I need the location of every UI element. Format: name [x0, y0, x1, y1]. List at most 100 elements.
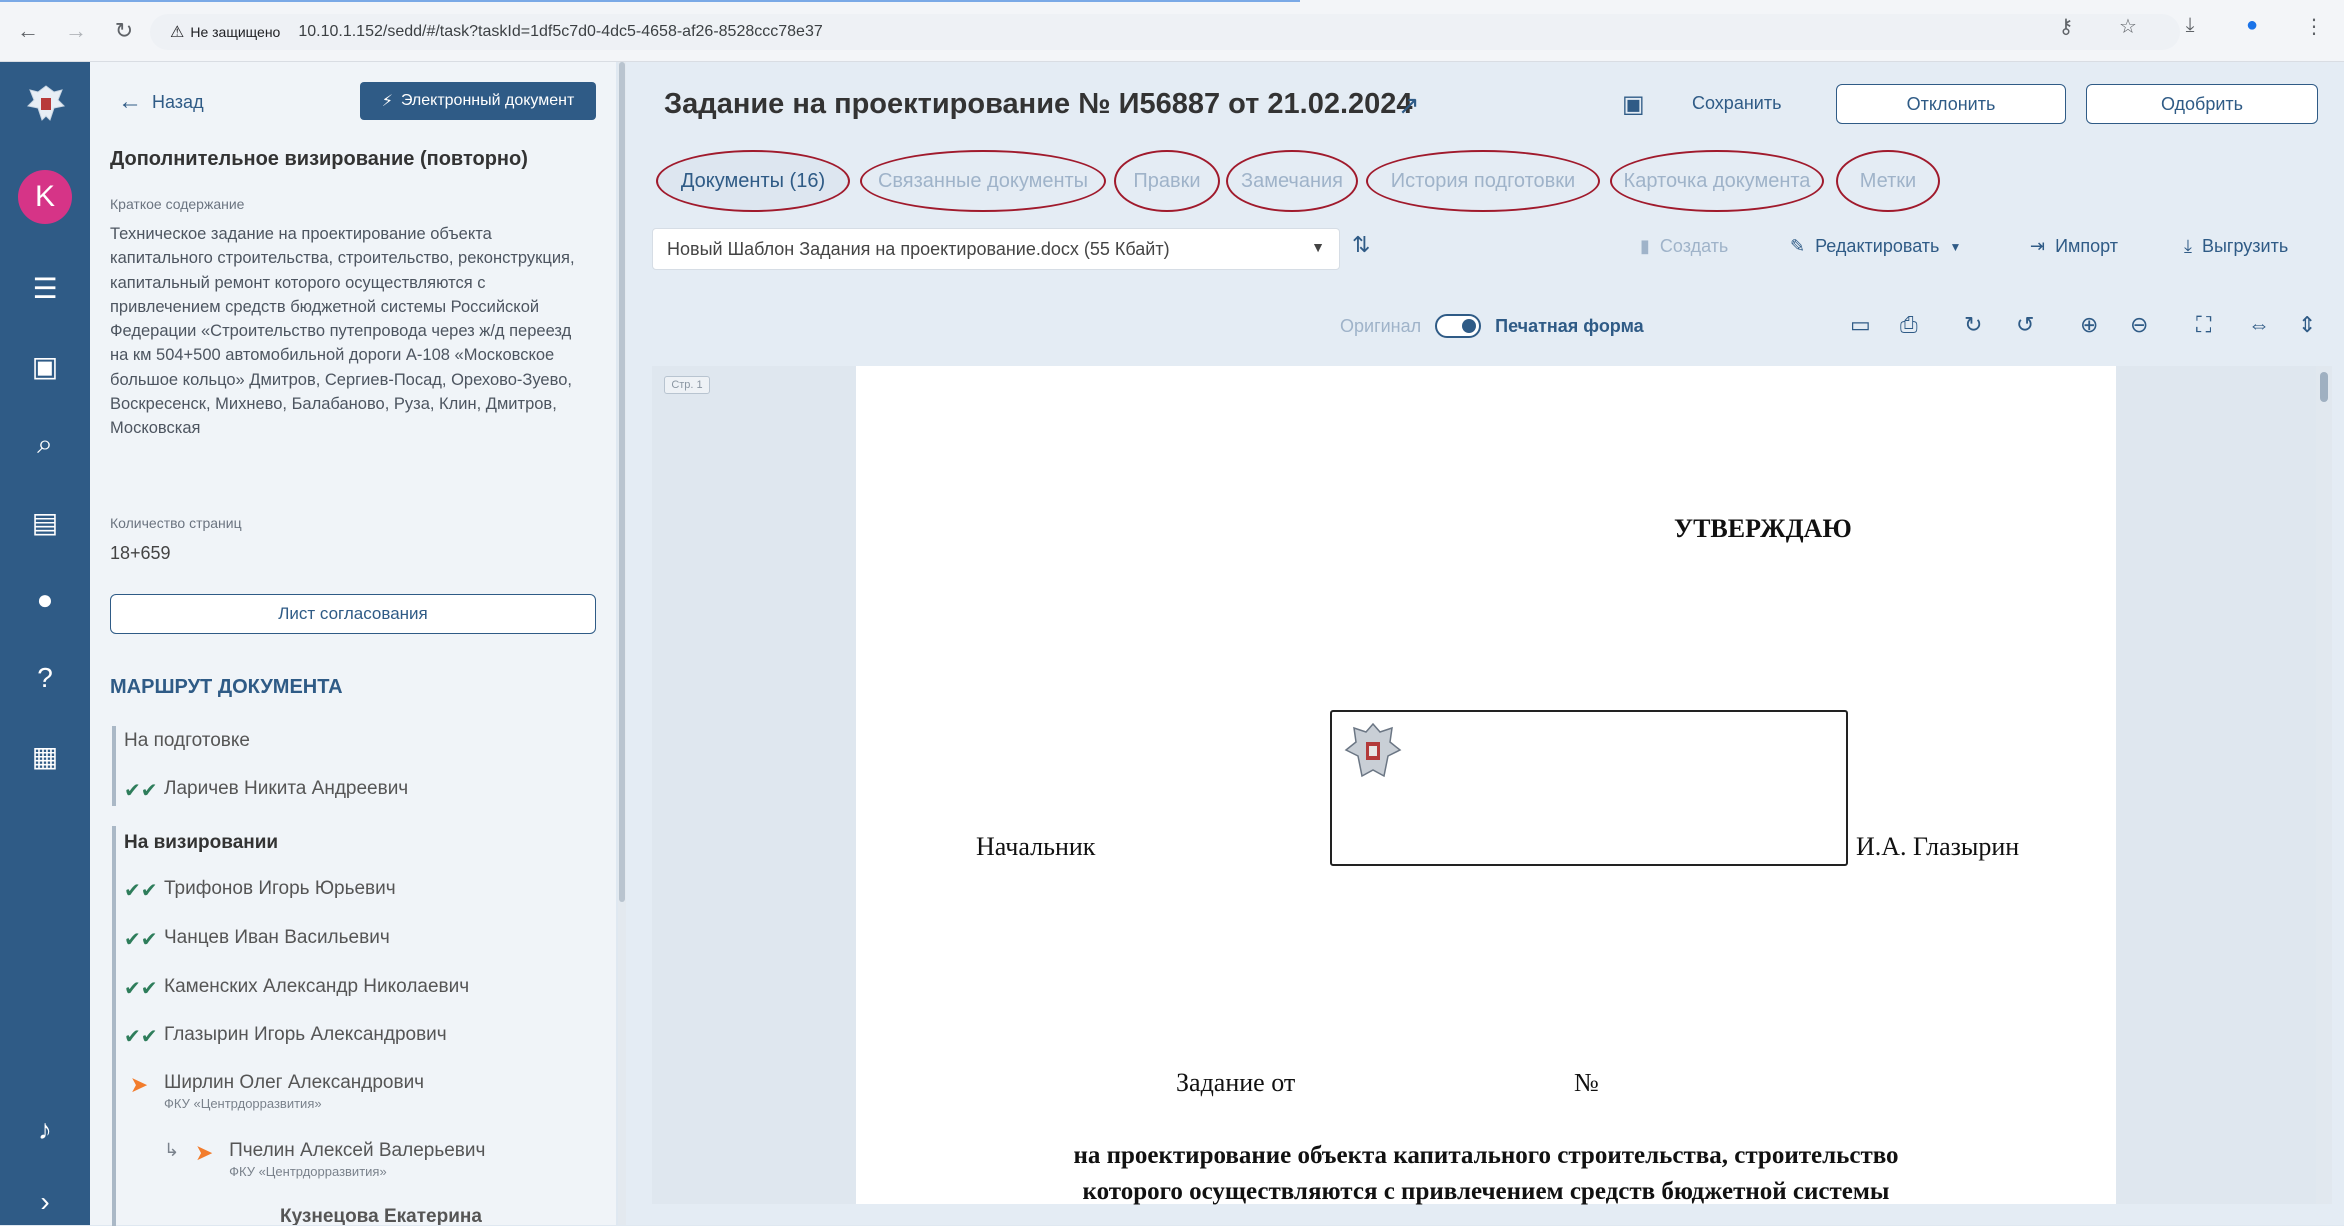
task-date-label: Задание от	[1176, 1068, 1296, 1097]
document-text-line: на проектирование объекта капитального с…	[1073, 1142, 1899, 1169]
archive-icon[interactable]: ▤	[0, 500, 90, 544]
page-title: Задание на проектирование № И56887 от 21…	[664, 88, 1413, 120]
route-person[interactable]: ✔✔ Каменских Александр Николаевич	[124, 976, 469, 1001]
dropdown-caret-icon: ▼	[1949, 239, 1962, 254]
file-select[interactable]: Новый Шаблон Задания на проектирование.d…	[652, 228, 1340, 270]
page-number-chip: Стр. 1	[664, 376, 710, 394]
password-key-icon[interactable]: ⚷	[2048, 14, 2084, 39]
sort-icon[interactable]: ⇅	[1352, 232, 1370, 258]
open-external-icon[interactable]: ↗	[1398, 90, 1420, 121]
bell-icon[interactable]: ♪	[0, 1108, 90, 1152]
tab-related-documents[interactable]: Связанные документы	[860, 150, 1106, 212]
chevron-right-icon[interactable]: ›	[0, 1180, 90, 1224]
double-check-icon: ✔✔	[124, 780, 158, 802]
electronic-document-button[interactable]: ⚡ Электронный документ	[360, 82, 596, 120]
route-person[interactable]: ✔✔ Трифонов Игорь Юрьевич	[124, 878, 396, 903]
original-label: Оригинал	[1340, 315, 1422, 336]
signature-stamp	[1330, 710, 1848, 866]
tab-edits[interactable]: Правки	[1114, 150, 1220, 212]
rotate-left-icon[interactable]: ↺	[2016, 312, 2034, 338]
viewer-scrollbar[interactable]	[2316, 366, 2332, 1204]
person-icon[interactable]: ●	[0, 578, 90, 622]
tab-tags[interactable]: Метки	[1836, 150, 1940, 212]
sidebar-scroll-thumb[interactable]	[619, 62, 625, 902]
approval-sheet-button[interactable]: Лист согласования	[110, 594, 596, 634]
summary-text: Техническое задание на проектирование об…	[110, 225, 575, 438]
toggle-knob	[1462, 319, 1477, 333]
import-label: Импорт	[2055, 236, 2119, 256]
route-person[interactable]: ✔✔ Чанцев Иван Васильевич	[124, 927, 390, 952]
person-name: Кузнецова Екатерина	[280, 1206, 482, 1225]
back-link[interactable]: ← Назад	[118, 88, 204, 116]
person-org: ФКУ «Центрдорразвития»	[164, 1096, 322, 1111]
route-person-sub[interactable]: ↳ ➤ Пчелин Алексей Валерьевич ФКУ «Центр…	[164, 1140, 485, 1179]
browser-menu-icon[interactable]: ⋮	[2296, 14, 2332, 39]
zoom-out-icon[interactable]: ⊖	[2130, 312, 2148, 338]
bookmark-star-icon[interactable]: ☆	[2110, 14, 2146, 39]
tab-document-card[interactable]: Карточка документа	[1610, 150, 1824, 212]
task-title: Дополнительное визирование (повторно)	[110, 148, 528, 170]
print-icon[interactable]: ⎙	[1900, 312, 1918, 338]
view-toggle-switch[interactable]	[1435, 314, 1482, 338]
route-title: МАРШРУТ ДОКУМЕНТА	[110, 676, 343, 698]
file-select-value: Новый Шаблон Задания на проектирование.d…	[667, 238, 1170, 259]
edit-button[interactable]: ✎ Редактировать ▼	[1790, 236, 1961, 257]
rotate-right-icon[interactable]: ↻	[1964, 312, 1982, 338]
search-icon[interactable]: ⌕	[0, 422, 90, 466]
list-icon[interactable]: ☰	[0, 266, 90, 310]
browser-back-icon[interactable]: ←	[8, 11, 48, 51]
security-warning[interactable]: ⚠ Не защищено	[160, 22, 290, 42]
fit-page-icon[interactable]: ▭	[1850, 312, 1871, 338]
user-avatar[interactable]: K	[18, 170, 72, 224]
task-number-sign: №	[1574, 1068, 1599, 1097]
tab-history[interactable]: История подготовки	[1366, 150, 1600, 212]
route-person[interactable]: Кузнецова Екатерина	[280, 1206, 482, 1225]
zoom-in-icon[interactable]: ⊕	[2080, 312, 2098, 338]
fit-height-icon[interactable]: ⇕	[2298, 312, 2316, 338]
reject-button[interactable]: Отклонить	[1836, 84, 2066, 124]
double-check-icon: ✔✔	[124, 880, 158, 902]
fullscreen-icon[interactable]: ⛶	[2196, 312, 2211, 338]
route-person-current[interactable]: ➤ Ширлин Олег Александрович ФКУ «Центрдо…	[124, 1072, 424, 1111]
save-button[interactable]: Сохранить	[1692, 93, 1781, 114]
pages-value: 18+659	[110, 543, 171, 563]
export-label: Выгрузить	[2201, 236, 2289, 256]
signer-position: Начальник	[976, 832, 1096, 861]
person-name: Ширлин Олег Александрович	[164, 1072, 425, 1093]
viewer-scroll-thumb[interactable]	[2320, 372, 2328, 402]
calendar-icon[interactable]: ▣	[0, 344, 90, 388]
download-icon: ⤓	[2184, 236, 2192, 256]
calendar-add-icon[interactable]: ▦	[0, 734, 90, 778]
browser-forward-icon[interactable]: →	[56, 11, 96, 51]
save-icon[interactable]: ▣	[1622, 90, 1645, 119]
reload-icon[interactable]: ↻	[104, 11, 144, 51]
dropdown-caret-icon: ▼	[1311, 239, 1325, 255]
approve-button[interactable]: Одобрить	[2086, 84, 2318, 124]
import-button[interactable]: ⇥ Импорт	[2030, 236, 2118, 257]
help-icon[interactable]: ?	[0, 656, 90, 700]
url-text[interactable]: 10.10.1.152/sedd/#/task?taskId=1df5c7d0-…	[298, 23, 822, 41]
export-button[interactable]: ⤓ Выгрузить	[2184, 236, 2288, 257]
profile-icon[interactable]: ●	[2234, 14, 2270, 39]
route-person[interactable]: ✔✔ Ларичев Никита Андреевич	[124, 778, 408, 803]
sidebar-scrollbar[interactable]	[618, 62, 626, 1225]
create-button[interactable]: ▮ Создать	[1640, 236, 1728, 257]
stage-preparation: На подготовке	[124, 730, 250, 751]
warning-icon: ⚠	[170, 24, 185, 41]
emblem-logo-icon	[26, 85, 66, 121]
tab-remarks[interactable]: Замечания	[1226, 150, 1358, 212]
tab-documents[interactable]: Документы (16)	[656, 150, 850, 212]
person-name: Глазырин Игорь Александрович	[164, 1024, 447, 1045]
fit-width-icon[interactable]: ⇔	[2248, 312, 2270, 338]
electronic-document-label: Электронный документ	[400, 92, 575, 109]
view-mode-toggle[interactable]: Оригинал Печатная форма	[1340, 314, 1644, 338]
in-progress-arrow-icon: ➤	[129, 1072, 149, 1097]
address-bar[interactable]: ⚠ Не защищено 10.10.1.152/sedd/#/task?tas…	[150, 14, 2180, 50]
pages-label: Количество страниц	[110, 515, 242, 531]
approve-heading: УТВЕРЖДАЮ	[1674, 514, 1852, 543]
person-name: Ларичев Никита Андреевич	[164, 778, 409, 799]
route-person[interactable]: ✔✔ Глазырин Игорь Александрович	[124, 1024, 447, 1049]
signer-name: И.А. Глазырин	[1856, 832, 2020, 861]
download-icon[interactable]: ⤓	[2172, 14, 2208, 39]
route-stage-line	[112, 826, 116, 1226]
